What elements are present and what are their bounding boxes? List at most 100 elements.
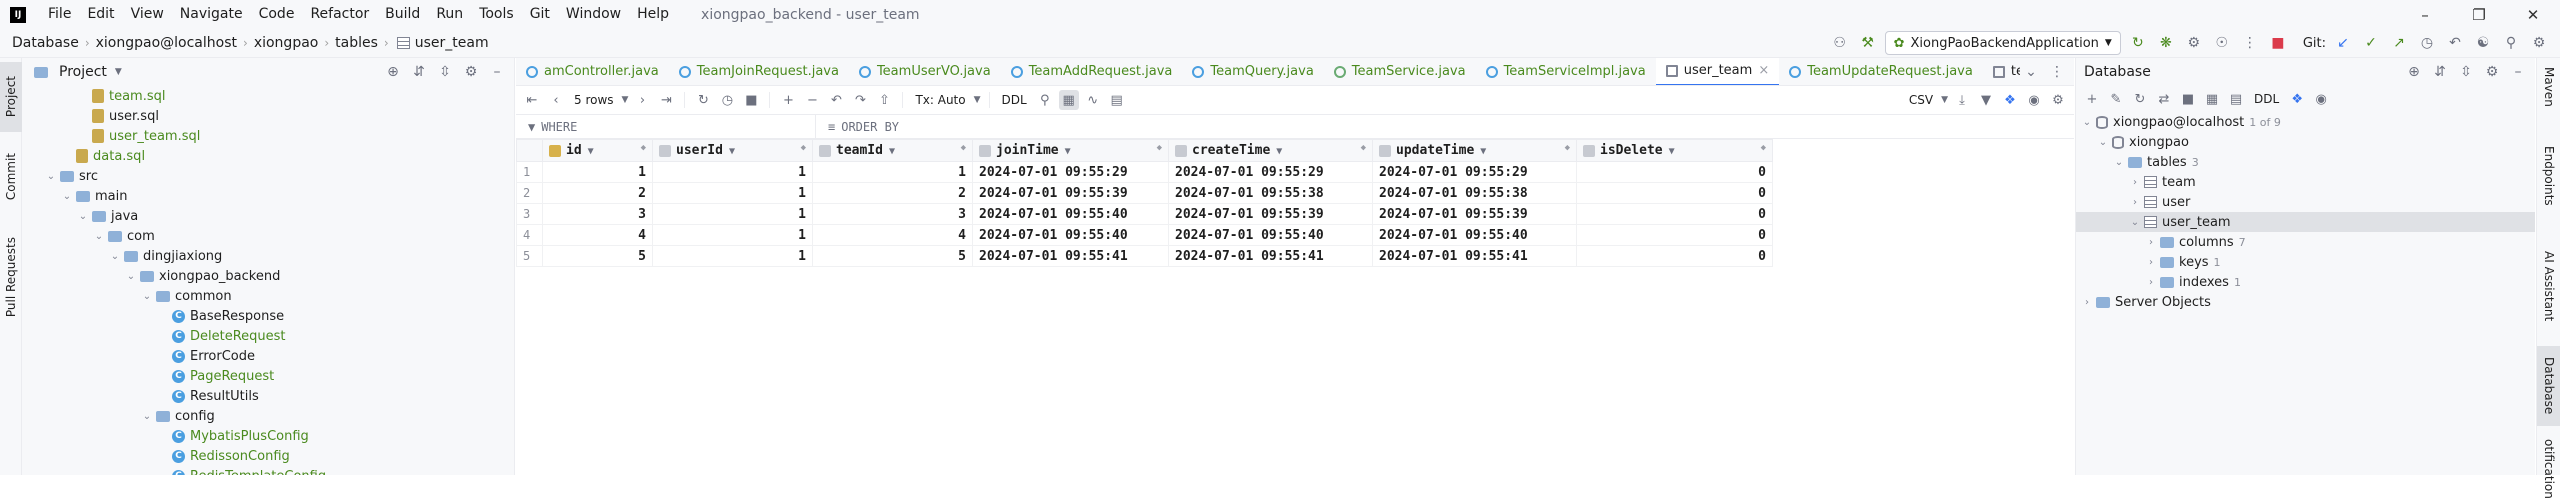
collapse-all-icon[interactable]: ⇳ xyxy=(2455,61,2477,83)
menu-navigate[interactable]: Navigate xyxy=(172,0,251,29)
redo-icon[interactable]: ↷ xyxy=(850,90,870,110)
submit-icon[interactable]: ⇧ xyxy=(874,90,894,110)
profile-icon[interactable]: ⚙ xyxy=(2183,32,2205,54)
reload-icon[interactable]: ↻ xyxy=(693,90,713,110)
tree-item[interactable]: ⌄ xiongpao_backend xyxy=(22,266,514,286)
sync-icon[interactable]: ⇄ xyxy=(2154,89,2174,109)
history-icon[interactable]: ◷ xyxy=(2416,32,2438,54)
git-commit-icon[interactable]: ✓ xyxy=(2360,32,2382,54)
chevron-down-icon[interactable]: ⌄ xyxy=(140,291,154,302)
db-tree-item[interactable]: › indexes 1 xyxy=(2076,272,2535,292)
ddl-button[interactable]: DDL xyxy=(2250,92,2283,106)
table-cell[interactable]: 2024-07-01 09:55:41 xyxy=(1372,245,1577,267)
build-hammer-icon[interactable]: ⚒ xyxy=(1857,32,1879,54)
restore-icon[interactable]: ❐ xyxy=(2452,0,2506,29)
editor-tab[interactable]: TeamAddRequest.java xyxy=(1001,58,1183,85)
locate-icon[interactable]: ⊕ xyxy=(2403,61,2425,83)
rows-count-select[interactable]: 5 rows xyxy=(570,93,618,107)
datasource-properties-icon[interactable]: ✎ xyxy=(2106,89,2126,109)
tool-tab-database[interactable]: Database xyxy=(2537,346,2560,426)
revert-icon[interactable]: ↶ xyxy=(826,90,846,110)
table-cell[interactable]: 0 xyxy=(1576,161,1773,183)
tree-item[interactable]: C RedisTemplateConfig xyxy=(22,466,514,475)
table-cell[interactable]: 2024-07-01 09:55:39 xyxy=(1168,203,1373,225)
more-run-icon[interactable]: ⋮ xyxy=(2239,32,2261,54)
tree-item[interactable]: C BaseResponse xyxy=(22,306,514,326)
table-cell[interactable]: 2024-07-01 09:55:40 xyxy=(1168,224,1373,246)
tree-item[interactable]: C ResultUtils xyxy=(22,386,514,406)
tree-item[interactable]: ⌄ com xyxy=(22,226,514,246)
table-cell[interactable]: 1 xyxy=(652,245,813,267)
column-header-userId[interactable]: userId ▼ ◆ xyxy=(652,139,813,162)
editor-tab[interactable]: TeamQuery.java xyxy=(1182,58,1323,85)
db-tree-item[interactable]: ⌄ user_team xyxy=(2076,212,2535,232)
rollback-icon[interactable]: ↶ xyxy=(2444,32,2466,54)
chevron-down-icon[interactable]: ⌄ xyxy=(44,171,58,182)
column-header-joinTime[interactable]: joinTime ▼ ◆ xyxy=(972,139,1169,162)
delete-row-icon[interactable]: − xyxy=(802,90,822,110)
view-icon[interactable]: ◉ xyxy=(2024,90,2044,110)
tool-tab-commit[interactable]: Commit xyxy=(0,142,22,212)
menu-help[interactable]: Help xyxy=(629,0,677,29)
search-icon[interactable]: ⚲ xyxy=(2500,32,2522,54)
db-tree-item[interactable]: › user xyxy=(2076,192,2535,212)
table-cell[interactable]: 2024-07-01 09:55:39 xyxy=(972,182,1169,204)
editor-tab[interactable]: TeamServiceImpl.java xyxy=(1476,58,1656,85)
chevron-down-icon[interactable]: ⌄ xyxy=(2080,117,2094,128)
locate-icon[interactable]: ⊕ xyxy=(382,61,404,83)
chevron-right-icon[interactable]: › xyxy=(2128,177,2142,188)
settings-gear-icon[interactable]: ⚙ xyxy=(2528,32,2550,54)
sort-icon[interactable]: ◆ xyxy=(1761,143,1766,153)
column-header-createTime[interactable]: createTime ▼ ◆ xyxy=(1168,139,1373,162)
git-update-icon[interactable]: ↙ xyxy=(2332,32,2354,54)
add-datasource-icon[interactable]: + xyxy=(2082,89,2102,109)
ddl-button[interactable]: DDL xyxy=(998,93,1031,107)
table-icon[interactable]: ▦ xyxy=(2202,89,2222,109)
tool-tab-project[interactable]: Project xyxy=(0,62,22,132)
tree-item[interactable]: C PageRequest xyxy=(22,366,514,386)
pin-icon[interactable]: ❖ xyxy=(2000,90,2020,110)
tree-item[interactable]: ⌄ common xyxy=(22,286,514,306)
column-header-id[interactable]: id ▼ ◆ xyxy=(542,139,653,162)
chevron-right-icon[interactable]: › xyxy=(2080,297,2094,308)
next-page-icon[interactable]: › xyxy=(632,90,652,110)
breadcrumb-item[interactable]: xiongpao@localhost xyxy=(96,35,237,51)
menu-file[interactable]: File xyxy=(40,0,79,29)
tree-item[interactable]: C ErrorCode xyxy=(22,346,514,366)
console-icon[interactable]: ▤ xyxy=(2226,89,2246,109)
table-cell[interactable]: 3 xyxy=(542,203,653,225)
sort-icon[interactable]: ◆ xyxy=(1565,143,1570,153)
coverage-icon[interactable]: ☉ xyxy=(2211,32,2233,54)
close-tab-icon[interactable]: × xyxy=(1758,63,1769,78)
table-cell[interactable]: 4 xyxy=(812,224,973,246)
table-cell[interactable]: 2024-07-01 09:55:39 xyxy=(1372,203,1577,225)
order-by-input[interactable]: ≡ ORDER BY xyxy=(816,120,899,134)
table-cell[interactable]: 1 xyxy=(652,224,813,246)
chevron-down-icon[interactable]: ▼ xyxy=(115,67,122,77)
tree-item[interactable]: team.sql xyxy=(22,86,514,106)
table-row[interactable]: 1 1 1 1 2024-07-01 09:55:29 2024-07-01 09:55:… xyxy=(516,161,1773,183)
table-cell[interactable]: 2024-07-01 09:55:29 xyxy=(1372,161,1577,183)
chart-icon[interactable]: ∿ xyxy=(1083,90,1103,110)
table-row[interactable]: 3 3 1 3 2024-07-01 09:55:40 2024-07-01 09:55:… xyxy=(516,203,1773,225)
editor-tab[interactable]: user_team × xyxy=(1655,58,1780,85)
stop-icon[interactable]: ■ xyxy=(2178,89,2198,109)
filter-icon[interactable]: ▼ xyxy=(889,146,895,157)
table-row[interactable]: 2 2 1 2 2024-07-01 09:55:39 2024-07-01 09:55:… xyxy=(516,182,1773,204)
query-history-icon[interactable]: ◷ xyxy=(717,90,737,110)
collapse-all-icon[interactable]: ⇳ xyxy=(434,61,456,83)
chevron-right-icon[interactable]: › xyxy=(2144,237,2158,248)
table-cell[interactable]: 2024-07-01 09:55:40 xyxy=(972,224,1169,246)
sort-icon[interactable]: ◆ xyxy=(961,143,966,153)
column-header-teamId[interactable]: teamId ▼ ◆ xyxy=(812,139,973,162)
tool-tab-pull-requests[interactable]: Pull Requests xyxy=(0,222,22,332)
filter-icon[interactable]: ▼ xyxy=(1480,146,1486,157)
table-cell[interactable]: 0 xyxy=(1576,224,1773,246)
column-header-updateTime[interactable]: updateTime ▼ ◆ xyxy=(1372,139,1577,162)
tabs-dropdown-icon[interactable]: ⌄ xyxy=(2020,61,2042,83)
search-icon[interactable]: ⚲ xyxy=(1035,90,1055,110)
first-page-icon[interactable]: ⇤ xyxy=(522,90,542,110)
menu-run[interactable]: Run xyxy=(428,0,471,29)
view-icon[interactable]: ◉ xyxy=(2311,89,2331,109)
breadcrumb-item[interactable]: user_team xyxy=(415,35,489,51)
